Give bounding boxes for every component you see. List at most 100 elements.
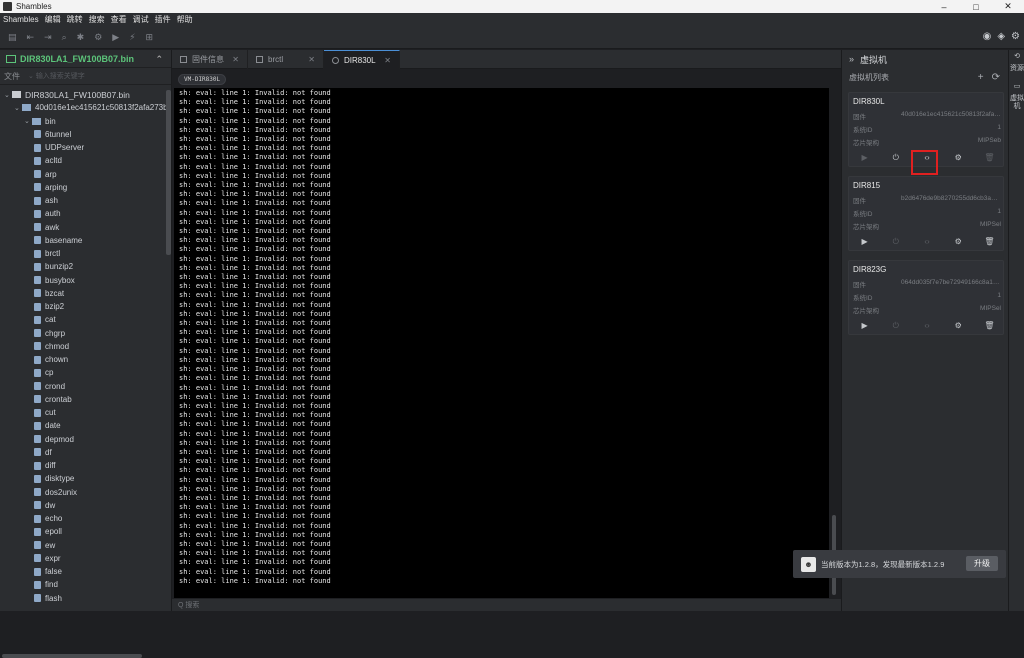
tree-file-false[interactable]: false xyxy=(0,565,166,578)
tree-file-auth[interactable]: auth xyxy=(0,207,166,220)
delete-button[interactable]: 🗑 xyxy=(974,319,1005,333)
settings-icon[interactable]: ⚙ xyxy=(1011,31,1020,42)
power-button[interactable]: ⏻ xyxy=(880,319,911,333)
tree-file-6tunnel[interactable]: 6tunnel xyxy=(0,128,166,141)
tree-file-chown[interactable]: chown xyxy=(0,353,166,366)
terminal-button[interactable]: ‹› xyxy=(911,319,942,333)
tree-file-ash[interactable]: ash xyxy=(0,194,166,207)
side-tab-resources[interactable]: 资源 xyxy=(1009,65,1024,73)
tree-file-busybox[interactable]: busybox xyxy=(0,274,166,287)
tab-brctl[interactable]: brctl ✕ xyxy=(248,50,324,69)
tree-file-cp[interactable]: cp xyxy=(0,366,166,379)
chevron-down-icon[interactable]: ⌄ xyxy=(14,104,22,112)
save-icon[interactable]: ▤ xyxy=(8,32,17,43)
menu-goto[interactable]: 跳转 xyxy=(67,14,83,25)
delete-button[interactable]: 🗑 xyxy=(974,151,1005,165)
plugin-icon[interactable]: ⚡ xyxy=(129,32,135,43)
tree-file-arping[interactable]: arping xyxy=(0,181,166,194)
collapse-icon[interactable]: » xyxy=(849,54,854,64)
menu-view[interactable]: 查看 xyxy=(111,14,127,25)
tree-file-basename[interactable]: basename xyxy=(0,234,166,247)
play-button[interactable]: ▶ xyxy=(849,235,880,249)
menu-search[interactable]: 搜索 xyxy=(89,14,105,25)
tree-file-crond[interactable]: crond xyxy=(0,380,166,393)
tree-file-cat[interactable]: cat xyxy=(0,313,166,326)
tree-file-arp[interactable]: arp xyxy=(0,168,166,181)
tree-file-chmod[interactable]: chmod xyxy=(0,340,166,353)
maximize-button[interactable]: □ xyxy=(960,0,992,13)
add-vm-icon[interactable]: + xyxy=(978,72,984,83)
tree-file-echo[interactable]: echo xyxy=(0,512,166,525)
tree-file-UDPserver[interactable]: UDPserver xyxy=(0,141,166,154)
tree-file-ew[interactable]: ew xyxy=(0,539,166,552)
tree-file-acltd[interactable]: acltd xyxy=(0,154,166,167)
tree-file-dos2unix[interactable]: dos2unix xyxy=(0,486,166,499)
step-back-icon[interactable]: ⇤ xyxy=(27,32,35,43)
play-button[interactable]: ▶ xyxy=(849,151,880,165)
close-icon[interactable]: ✕ xyxy=(308,55,315,64)
play-icon[interactable]: ▶ xyxy=(112,32,119,43)
tree-file-crontab[interactable]: crontab xyxy=(0,393,166,406)
vm-tag[interactable]: VM-DIR830L xyxy=(178,74,227,85)
tree-hash-folder[interactable]: ⌄ 40d016e1ec415621c50813f2afa273b xyxy=(0,101,166,114)
chevron-up-icon[interactable]: ⌃ xyxy=(155,54,163,65)
tab-dir830l[interactable]: DIR830L ✕ xyxy=(324,50,400,69)
tree-file-df[interactable]: df xyxy=(0,446,166,459)
settings-button[interactable]: ⚙ xyxy=(943,235,974,249)
upgrade-button[interactable]: 升级 xyxy=(966,556,998,571)
tree-bin-folder[interactable]: ⌄ bin xyxy=(0,115,166,128)
tree-root[interactable]: ⌄ DIR830LA1_FW100B07.bin xyxy=(0,88,166,101)
tree-file-find[interactable]: find xyxy=(0,578,166,591)
terminal-button[interactable]: ‹› xyxy=(911,235,942,249)
menu-debug[interactable]: 调试 xyxy=(133,14,149,25)
chevron-down-icon[interactable]: ⌄ xyxy=(24,117,32,125)
package-icon[interactable]: ◈ xyxy=(997,31,1005,42)
file-search-input[interactable]: ⌄ 输入搜索关键字 xyxy=(28,71,85,81)
tree-file-date[interactable]: date xyxy=(0,419,166,432)
menu-plugins[interactable]: 插件 xyxy=(155,14,171,25)
vm-card-dir823g[interactable]: DIR823G 固件 064dd035f7e7be72949166c8a1d2b33… xyxy=(848,260,1004,335)
vm-icon[interactable]: ▭ xyxy=(1009,83,1024,91)
tree-file-epoll[interactable]: epoll xyxy=(0,525,166,538)
tree-horizontal-scrollbar[interactable] xyxy=(2,654,142,658)
close-icon[interactable]: ✕ xyxy=(384,56,391,65)
command-input[interactable]: Q 搜索 xyxy=(172,599,841,611)
user-icon[interactable]: ◉ xyxy=(983,31,992,42)
refresh-icon[interactable]: ⟳ xyxy=(992,72,1000,83)
side-tab-vm[interactable]: 虚拟机 xyxy=(1009,95,1024,111)
tab-firmware-info[interactable]: 固件信息 ✕ xyxy=(172,50,248,69)
search-icon[interactable]: ⌕ xyxy=(62,32,67,43)
bug-icon[interactable]: ✱ xyxy=(77,32,85,43)
menu-edit[interactable]: 编辑 xyxy=(45,14,61,25)
power-button[interactable]: ⏻ xyxy=(880,235,911,249)
settings-button[interactable]: ⚙ xyxy=(943,319,974,333)
tree-scrollbar[interactable] xyxy=(166,90,171,255)
tree-file-bzcat[interactable]: bzcat xyxy=(0,287,166,300)
tree-file-dw[interactable]: dw xyxy=(0,499,166,512)
tree-file-diff[interactable]: diff xyxy=(0,459,166,472)
tree-file-bzip2[interactable]: bzip2 xyxy=(0,300,166,313)
vm-card-dir815[interactable]: DIR815 固件 b2d6476de9b8270255dd6cb3a1f2c4e 系… xyxy=(848,176,1004,251)
menu-app[interactable]: Shambles xyxy=(3,15,39,24)
tree-file-disktype[interactable]: disktype xyxy=(0,472,166,485)
tree-file-bunzip2[interactable]: bunzip2 xyxy=(0,260,166,273)
play-button[interactable]: ▶ xyxy=(849,319,880,333)
resource-icon[interactable]: ⟲ xyxy=(1009,53,1024,61)
tree-file-chgrp[interactable]: chgrp xyxy=(0,327,166,340)
delete-button[interactable]: 🗑 xyxy=(974,235,1005,249)
menu-help[interactable]: 帮助 xyxy=(177,14,193,25)
tree-file-expr[interactable]: expr xyxy=(0,552,166,565)
terminal-output[interactable]: sh: eval: line 1: Invalid: not found sh: … xyxy=(174,88,829,598)
settings-button[interactable]: ⚙ xyxy=(943,151,974,165)
gear-small-icon[interactable]: ⚙ xyxy=(94,32,102,43)
step-forward-icon[interactable]: ⇥ xyxy=(44,32,52,43)
close-button[interactable]: ✕ xyxy=(992,0,1024,13)
analyze-icon[interactable]: ⊞ xyxy=(146,32,154,43)
project-header[interactable]: DIR830LA1_FW100B07.bin ⌃ xyxy=(0,50,171,68)
chevron-down-icon[interactable]: ⌄ xyxy=(4,91,12,99)
tree-file-awk[interactable]: awk xyxy=(0,221,166,234)
tree-file-flash[interactable]: flash xyxy=(0,592,166,605)
close-icon[interactable]: ✕ xyxy=(232,55,239,64)
tree-file-brctl[interactable]: brctl xyxy=(0,247,166,260)
tree-file-cut[interactable]: cut xyxy=(0,406,166,419)
